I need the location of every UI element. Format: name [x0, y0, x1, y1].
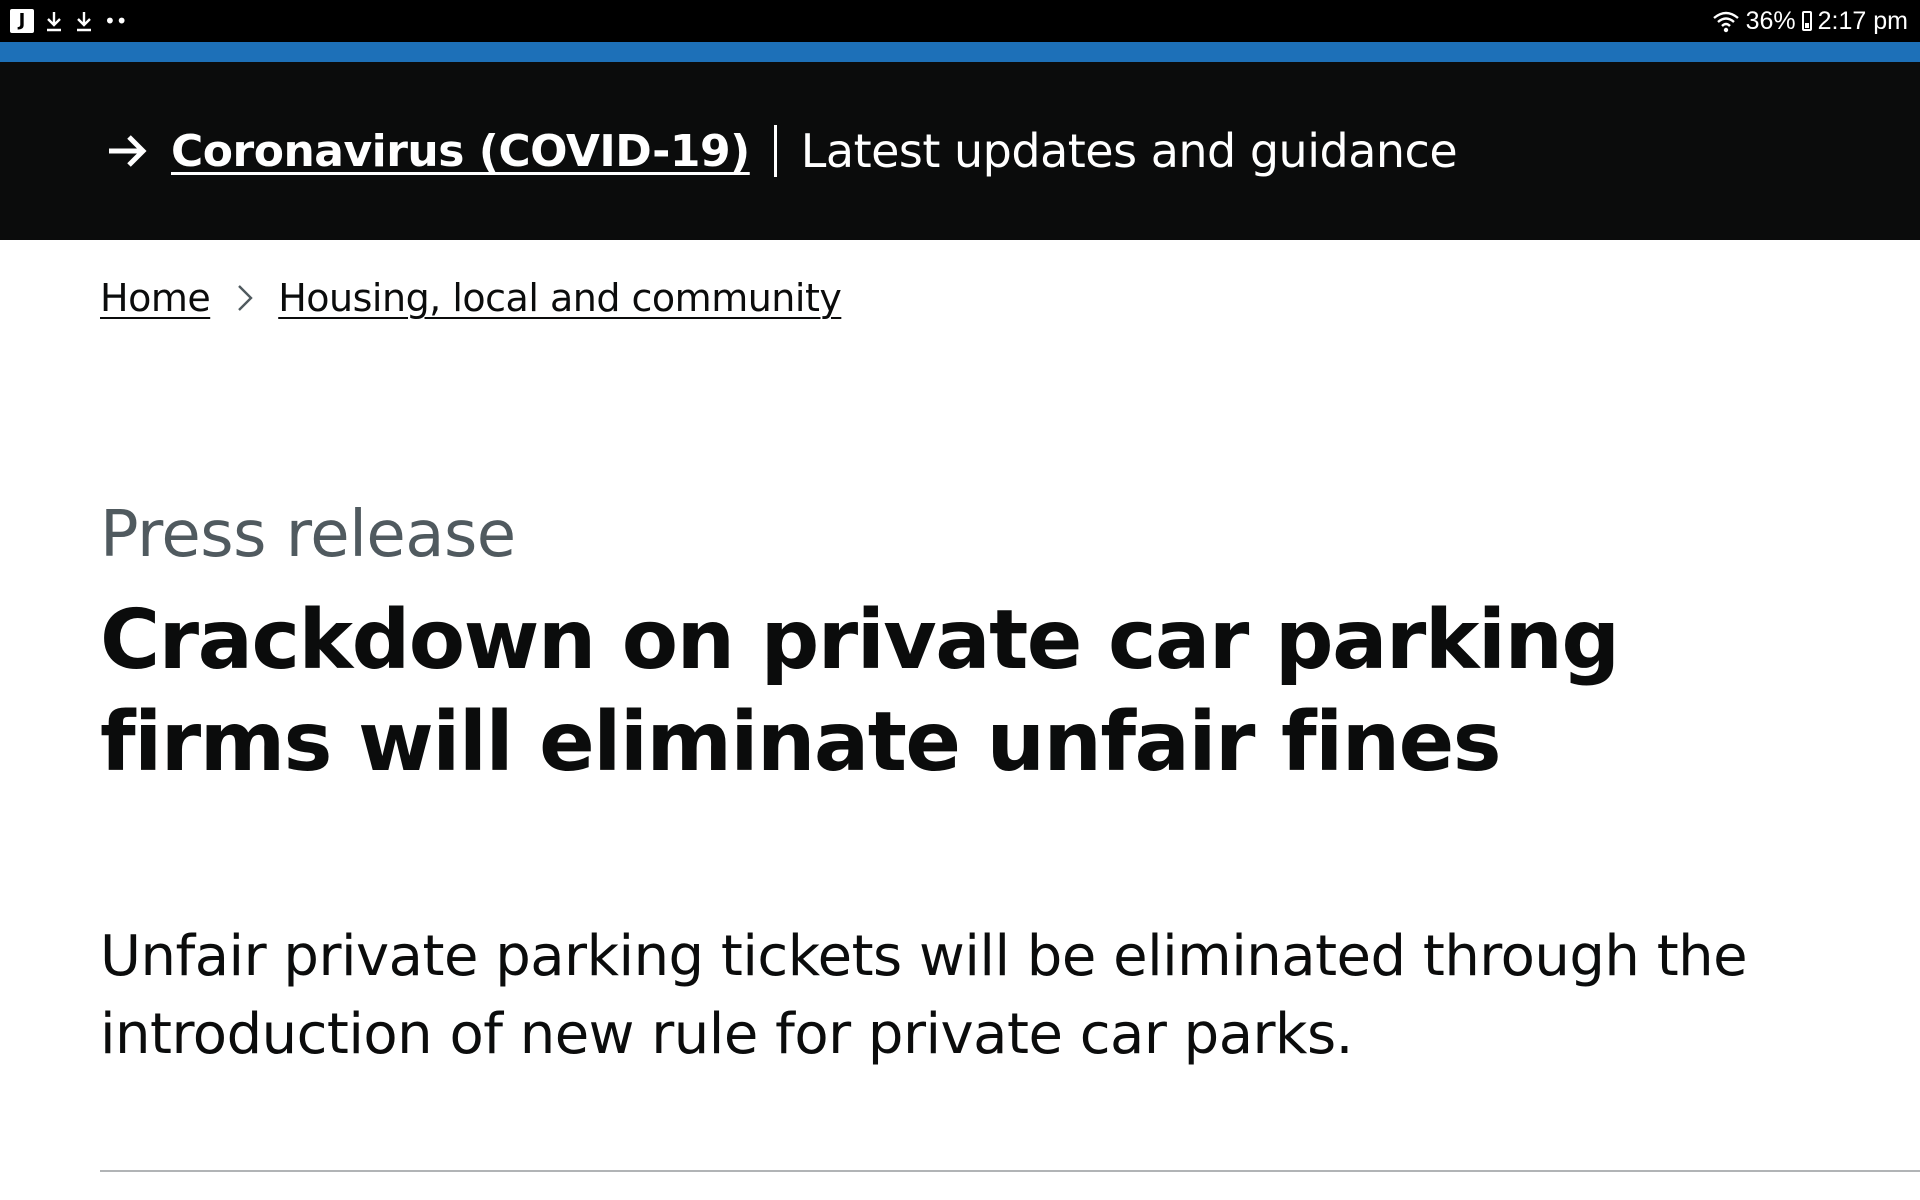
chevron-right-icon [238, 285, 253, 311]
download-icon [77, 12, 91, 32]
download-icon [47, 12, 61, 32]
wifi-icon [1712, 11, 1739, 33]
battery-percent: 36% [1745, 7, 1796, 35]
battery-icon [1801, 11, 1812, 31]
breadcrumb: Home Housing, local and community [100, 276, 842, 320]
page-summary: Unfair private parking tickets will be e… [100, 924, 1748, 1067]
section-divider [100, 1170, 1920, 1172]
arrow-right-icon [109, 135, 147, 167]
header-accent-stripe [0, 42, 1920, 62]
status-bar: J •• 36% 2:17 pm [0, 0, 1920, 42]
breadcrumb-housing-link[interactable]: Housing, local and community [278, 276, 842, 320]
app-notification-icon: J [10, 9, 34, 33]
covid-subtitle: Latest updates and guidance [800, 124, 1458, 178]
page-caption: Press release [100, 498, 516, 572]
breadcrumb-home-link[interactable]: Home [100, 276, 211, 320]
covid-banner: Coronavirus (COVID-19) Latest updates an… [0, 62, 1920, 240]
page-title: Crackdown on private car parking firms w… [100, 593, 1620, 790]
status-bar-notifications: J •• [10, 8, 128, 34]
clock: 2:17 pm [1817, 7, 1908, 35]
more-notifications-icon: •• [104, 9, 128, 33]
covid-link[interactable]: Coronavirus (COVID-19) [171, 126, 750, 177]
status-bar-system: 36% 2:17 pm [1712, 5, 1908, 37]
banner-divider [773, 125, 777, 177]
